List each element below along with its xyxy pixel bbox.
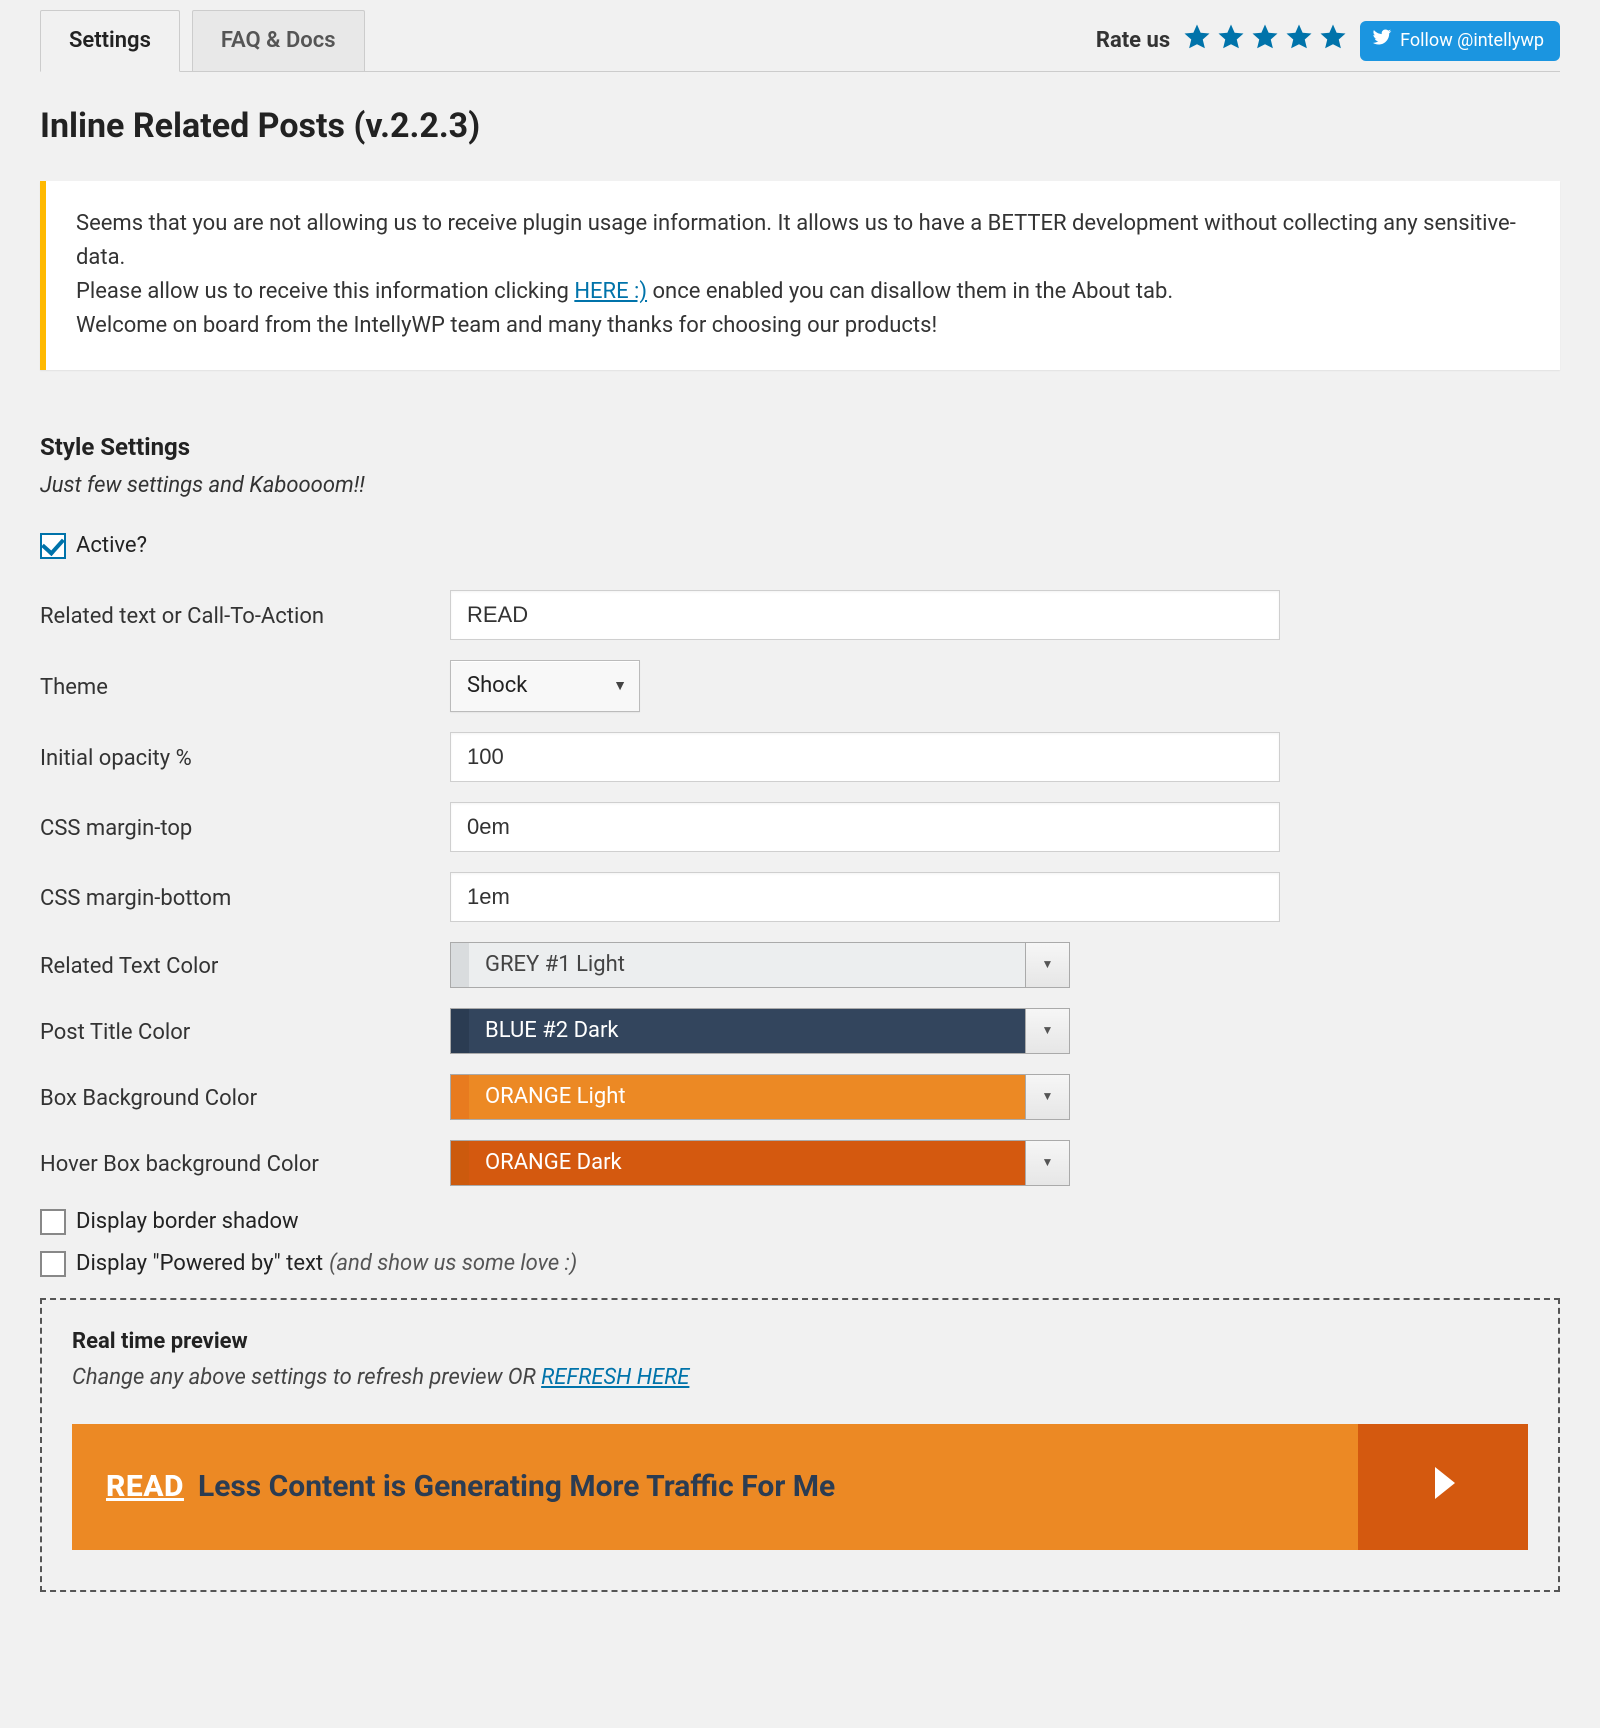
border-shadow-label: Display border shadow [76, 1206, 299, 1238]
preview-arrow [1358, 1424, 1528, 1550]
notice-line-1: Seems that you are not allowing us to re… [76, 207, 1530, 275]
section-title: Style Settings [40, 430, 1560, 465]
twitter-icon [1372, 27, 1392, 55]
theme-value: Shock [467, 670, 527, 702]
star-icon [1250, 22, 1280, 60]
post-title-color-label: Post Title Color [40, 1013, 450, 1049]
margin-top-input[interactable] [450, 802, 1280, 852]
related-text-input[interactable] [450, 590, 1280, 640]
star-icon [1318, 22, 1348, 60]
follow-twitter-button[interactable]: Follow @intellywp [1360, 21, 1560, 61]
theme-label: Theme [40, 668, 450, 704]
rate-us-label: Rate us [1096, 25, 1170, 57]
post-title-color-select[interactable]: BLUE #2 Dark ▼ [450, 1008, 1070, 1054]
chevron-down-icon: ▼ [1042, 1088, 1054, 1105]
notice-line-2: Please allow us to receive this informat… [76, 275, 1530, 309]
color-swatch [451, 1141, 469, 1185]
preview-related-box[interactable]: READ Less Content is Generating More Tra… [72, 1424, 1528, 1550]
tab-settings[interactable]: Settings [40, 10, 180, 72]
hover-bg-label: Hover Box background Color [40, 1145, 450, 1181]
chevron-down-icon: ▼ [1042, 1022, 1054, 1039]
color-swatch [451, 943, 469, 987]
notice-line-3: Welcome on board from the IntellyWP team… [76, 309, 1530, 343]
section-subtitle: Just few settings and Kaboooom!! [40, 470, 1560, 502]
related-color-value: GREY #1 Light [469, 943, 1025, 987]
tracking-notice: Seems that you are not allowing us to re… [40, 181, 1560, 369]
dropdown-toggle[interactable]: ▼ [1025, 1009, 1069, 1053]
powered-by-label: Display "Powered by" text [76, 1248, 323, 1280]
refresh-preview-link[interactable]: REFRESH HERE [541, 1365, 689, 1390]
hover-bg-select[interactable]: ORANGE Dark ▼ [450, 1140, 1070, 1186]
opacity-input[interactable] [450, 732, 1280, 782]
preview-box: Real time preview Change any above setti… [40, 1298, 1560, 1592]
preview-title: Real time preview [72, 1326, 1528, 1358]
dropdown-toggle[interactable]: ▼ [1025, 943, 1069, 987]
follow-label: Follow @intellywp [1400, 28, 1544, 54]
related-color-label: Related Text Color [40, 947, 450, 983]
tab-faq-docs[interactable]: FAQ & Docs [192, 10, 365, 71]
box-bg-select[interactable]: ORANGE Light ▼ [450, 1074, 1070, 1120]
margin-bottom-label: CSS margin-bottom [40, 879, 450, 915]
theme-select[interactable]: Shock ▼ [450, 660, 640, 712]
hover-bg-value: ORANGE Dark [469, 1141, 1025, 1185]
post-title-color-value: BLUE #2 Dark [469, 1009, 1025, 1053]
chevron-down-icon: ▼ [613, 676, 627, 696]
related-text-label: Related text or Call-To-Action [40, 597, 450, 633]
box-bg-label: Box Background Color [40, 1079, 450, 1115]
dropdown-toggle[interactable]: ▼ [1025, 1075, 1069, 1119]
enable-tracking-link[interactable]: HERE :) [574, 279, 647, 304]
preview-read-label: READ [106, 1465, 184, 1509]
powered-by-checkbox[interactable] [40, 1251, 66, 1277]
related-color-select[interactable]: GREY #1 Light ▼ [450, 942, 1070, 988]
preview-subtitle: Change any above settings to refresh pre… [72, 1362, 1528, 1394]
margin-top-label: CSS margin-top [40, 809, 450, 845]
chevron-right-icon [1419, 1459, 1467, 1515]
rating-stars[interactable] [1182, 22, 1348, 60]
preview-post-title: Less Content is Generating More Traffic … [198, 1465, 835, 1509]
active-checkbox[interactable] [40, 533, 66, 559]
powered-by-hint: (and show us some love :) [329, 1248, 577, 1280]
star-icon [1216, 22, 1246, 60]
opacity-label: Initial opacity % [40, 739, 450, 775]
dropdown-toggle[interactable]: ▼ [1025, 1141, 1069, 1185]
chevron-down-icon: ▼ [1042, 1154, 1054, 1171]
box-bg-value: ORANGE Light [469, 1075, 1025, 1119]
page-title: Inline Related Posts (v.2.2.3) [40, 102, 1560, 151]
chevron-down-icon: ▼ [1042, 956, 1054, 973]
star-icon [1182, 22, 1212, 60]
star-icon [1284, 22, 1314, 60]
border-shadow-checkbox[interactable] [40, 1209, 66, 1235]
active-label: Active? [76, 530, 147, 562]
color-swatch [451, 1075, 469, 1119]
color-swatch [451, 1009, 469, 1053]
margin-bottom-input[interactable] [450, 872, 1280, 922]
